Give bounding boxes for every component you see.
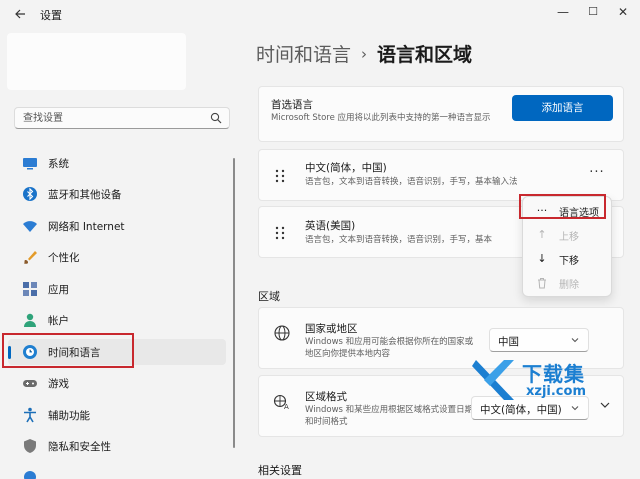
more-options-button[interactable]: ··· xyxy=(587,166,607,182)
language-name: 英语(美国) xyxy=(305,220,356,232)
sidebar-item-label: 网络和 Internet xyxy=(48,221,125,233)
drag-handle-icon[interactable] xyxy=(275,169,285,183)
sidebar-item-bluetooth[interactable]: 蓝牙和其他设备 xyxy=(8,181,226,207)
sidebar-item-privacy[interactable]: 隐私和安全性 xyxy=(8,433,226,459)
maximize-button[interactable]: ☐ xyxy=(578,0,608,24)
menu-item-label: 下移 xyxy=(559,256,579,267)
app-title: 设置 xyxy=(40,9,62,22)
sidebar-item-label: 游戏 xyxy=(48,378,69,390)
sidebar-item-gaming[interactable]: 游戏 xyxy=(8,370,226,396)
watermark-text: 下载集 xyxy=(522,362,585,386)
menu-item-label: 上移 xyxy=(559,232,579,243)
sidebar-item-apps[interactable]: 应用 xyxy=(8,276,226,302)
sidebar-item-label: 个性化 xyxy=(48,252,80,264)
section-label-region: 区域 xyxy=(258,290,280,303)
profile-card[interactable] xyxy=(7,33,186,90)
language-features: 语言包，文本到语音转换，语音识别，手写，基本输入法 xyxy=(305,177,518,187)
sidebar-item-label: 应用 xyxy=(48,284,69,296)
language-name: 中文(简体，中国) xyxy=(305,162,387,174)
arrow-up-icon: ↑ xyxy=(537,228,547,241)
sidebar-scrollbar[interactable] xyxy=(233,158,235,448)
selected-value: 中国 xyxy=(498,336,519,348)
sidebar-item-label: 辅助功能 xyxy=(48,410,90,422)
gamepad-icon xyxy=(23,380,37,387)
shield-icon xyxy=(24,439,36,453)
accessibility-icon xyxy=(24,407,36,423)
wifi-icon xyxy=(23,221,37,232)
section-label-related: 相关设置 xyxy=(258,464,302,477)
sidebar-item-windows-update[interactable] xyxy=(8,464,226,479)
menu-item-move-down[interactable]: ↓ 下移 xyxy=(527,248,609,270)
preferred-language-card: 首选语言 Microsoft Store 应用将以此列表中支持的第一种语言显示 … xyxy=(258,86,624,142)
minimize-button[interactable]: — xyxy=(548,0,578,24)
update-icon xyxy=(24,471,36,479)
preferred-language-description: Microsoft Store 应用将以此列表中支持的第一种语言显示 xyxy=(271,113,491,123)
back-button[interactable] xyxy=(10,5,30,23)
sidebar-item-system[interactable]: 系统 xyxy=(8,150,226,176)
sidebar-item-accounts[interactable]: 帐户 xyxy=(8,307,226,333)
active-indicator xyxy=(8,346,11,359)
drag-handle-icon[interactable] xyxy=(275,226,285,240)
sidebar-item-label: 帐户 xyxy=(48,315,69,327)
menu-item-label: 删除 xyxy=(559,280,579,291)
sidebar-item-accessibility[interactable]: 辅助功能 xyxy=(8,402,226,428)
breadcrumb: 时间和语言 › 语言和区域 xyxy=(256,40,472,67)
globe-icon xyxy=(274,325,290,341)
regional-format-description: Windows 和某些应用根据区域格式设置日期和时间格式 xyxy=(305,405,474,427)
breadcrumb-parent[interactable]: 时间和语言 xyxy=(256,44,351,66)
regional-format-title: 区域格式 xyxy=(305,391,347,403)
arrow-down-icon: ↓ xyxy=(537,252,547,265)
monitor-icon xyxy=(23,158,37,170)
menu-item-move-up[interactable]: ↑ 上移 xyxy=(527,224,609,246)
menu-item-language-options[interactable]: ··· 语言选项 xyxy=(527,200,609,222)
globe-clock-icon xyxy=(23,345,37,359)
trash-icon xyxy=(538,278,546,289)
sidebar-item-label: 时间和语言 xyxy=(48,347,101,359)
person-icon xyxy=(24,313,36,327)
country-region-title: 国家或地区 xyxy=(305,323,358,335)
watermark-logo: 下载集 xzji.com xyxy=(470,356,610,406)
watermark-url: xzji.com xyxy=(526,384,586,399)
sidebar-item-label: 隐私和安全性 xyxy=(48,441,111,453)
language-row-chinese[interactable]: 中文(简体，中国) 语言包，文本到语音转换，语音识别，手写，基本输入法 ··· xyxy=(258,149,624,201)
sidebar-item-label: 系统 xyxy=(48,158,69,170)
more-icon: ··· xyxy=(536,204,548,217)
apps-icon xyxy=(23,282,37,296)
page-title: 语言和区域 xyxy=(377,44,473,66)
language-features: 语言包，文本到语音转换，语音识别，手写，基本 xyxy=(305,235,493,245)
sidebar-item-personalization[interactable]: 个性化 xyxy=(8,244,226,270)
watermark-arrow-icon xyxy=(472,360,514,400)
bluetooth-icon xyxy=(23,187,37,201)
add-language-button[interactable]: 添加语言 xyxy=(512,95,613,121)
menu-item-remove[interactable]: 删除 xyxy=(527,272,609,294)
breadcrumb-separator: › xyxy=(361,45,368,63)
search-box[interactable] xyxy=(14,107,230,129)
title-bar: 设置 — ☐ ✕ xyxy=(0,0,640,28)
menu-item-label: 语言选项 xyxy=(559,208,599,219)
language-context-menu: ··· 语言选项 ↑ 上移 ↓ 下移 删除 xyxy=(522,196,612,297)
arrow-left-icon xyxy=(15,9,25,19)
sidebar-item-time-language[interactable]: 时间和语言 xyxy=(8,339,226,365)
chevron-down-icon xyxy=(571,338,579,343)
brush-icon xyxy=(24,251,37,264)
search-icon[interactable] xyxy=(209,111,223,125)
svg-text:A: A xyxy=(284,403,289,410)
search-input[interactable] xyxy=(23,111,203,125)
country-region-select[interactable]: 中国 xyxy=(489,328,589,352)
country-region-description: Windows 和应用可能会根据你所在的国家或地区向你提供本地内容 xyxy=(305,337,474,359)
sidebar-item-network[interactable]: 网络和 Internet xyxy=(8,213,226,239)
preferred-language-title: 首选语言 xyxy=(271,99,313,111)
language-format-icon: A xyxy=(273,394,289,410)
close-button[interactable]: ✕ xyxy=(608,0,638,24)
sidebar-item-label: 蓝牙和其他设备 xyxy=(48,189,122,201)
